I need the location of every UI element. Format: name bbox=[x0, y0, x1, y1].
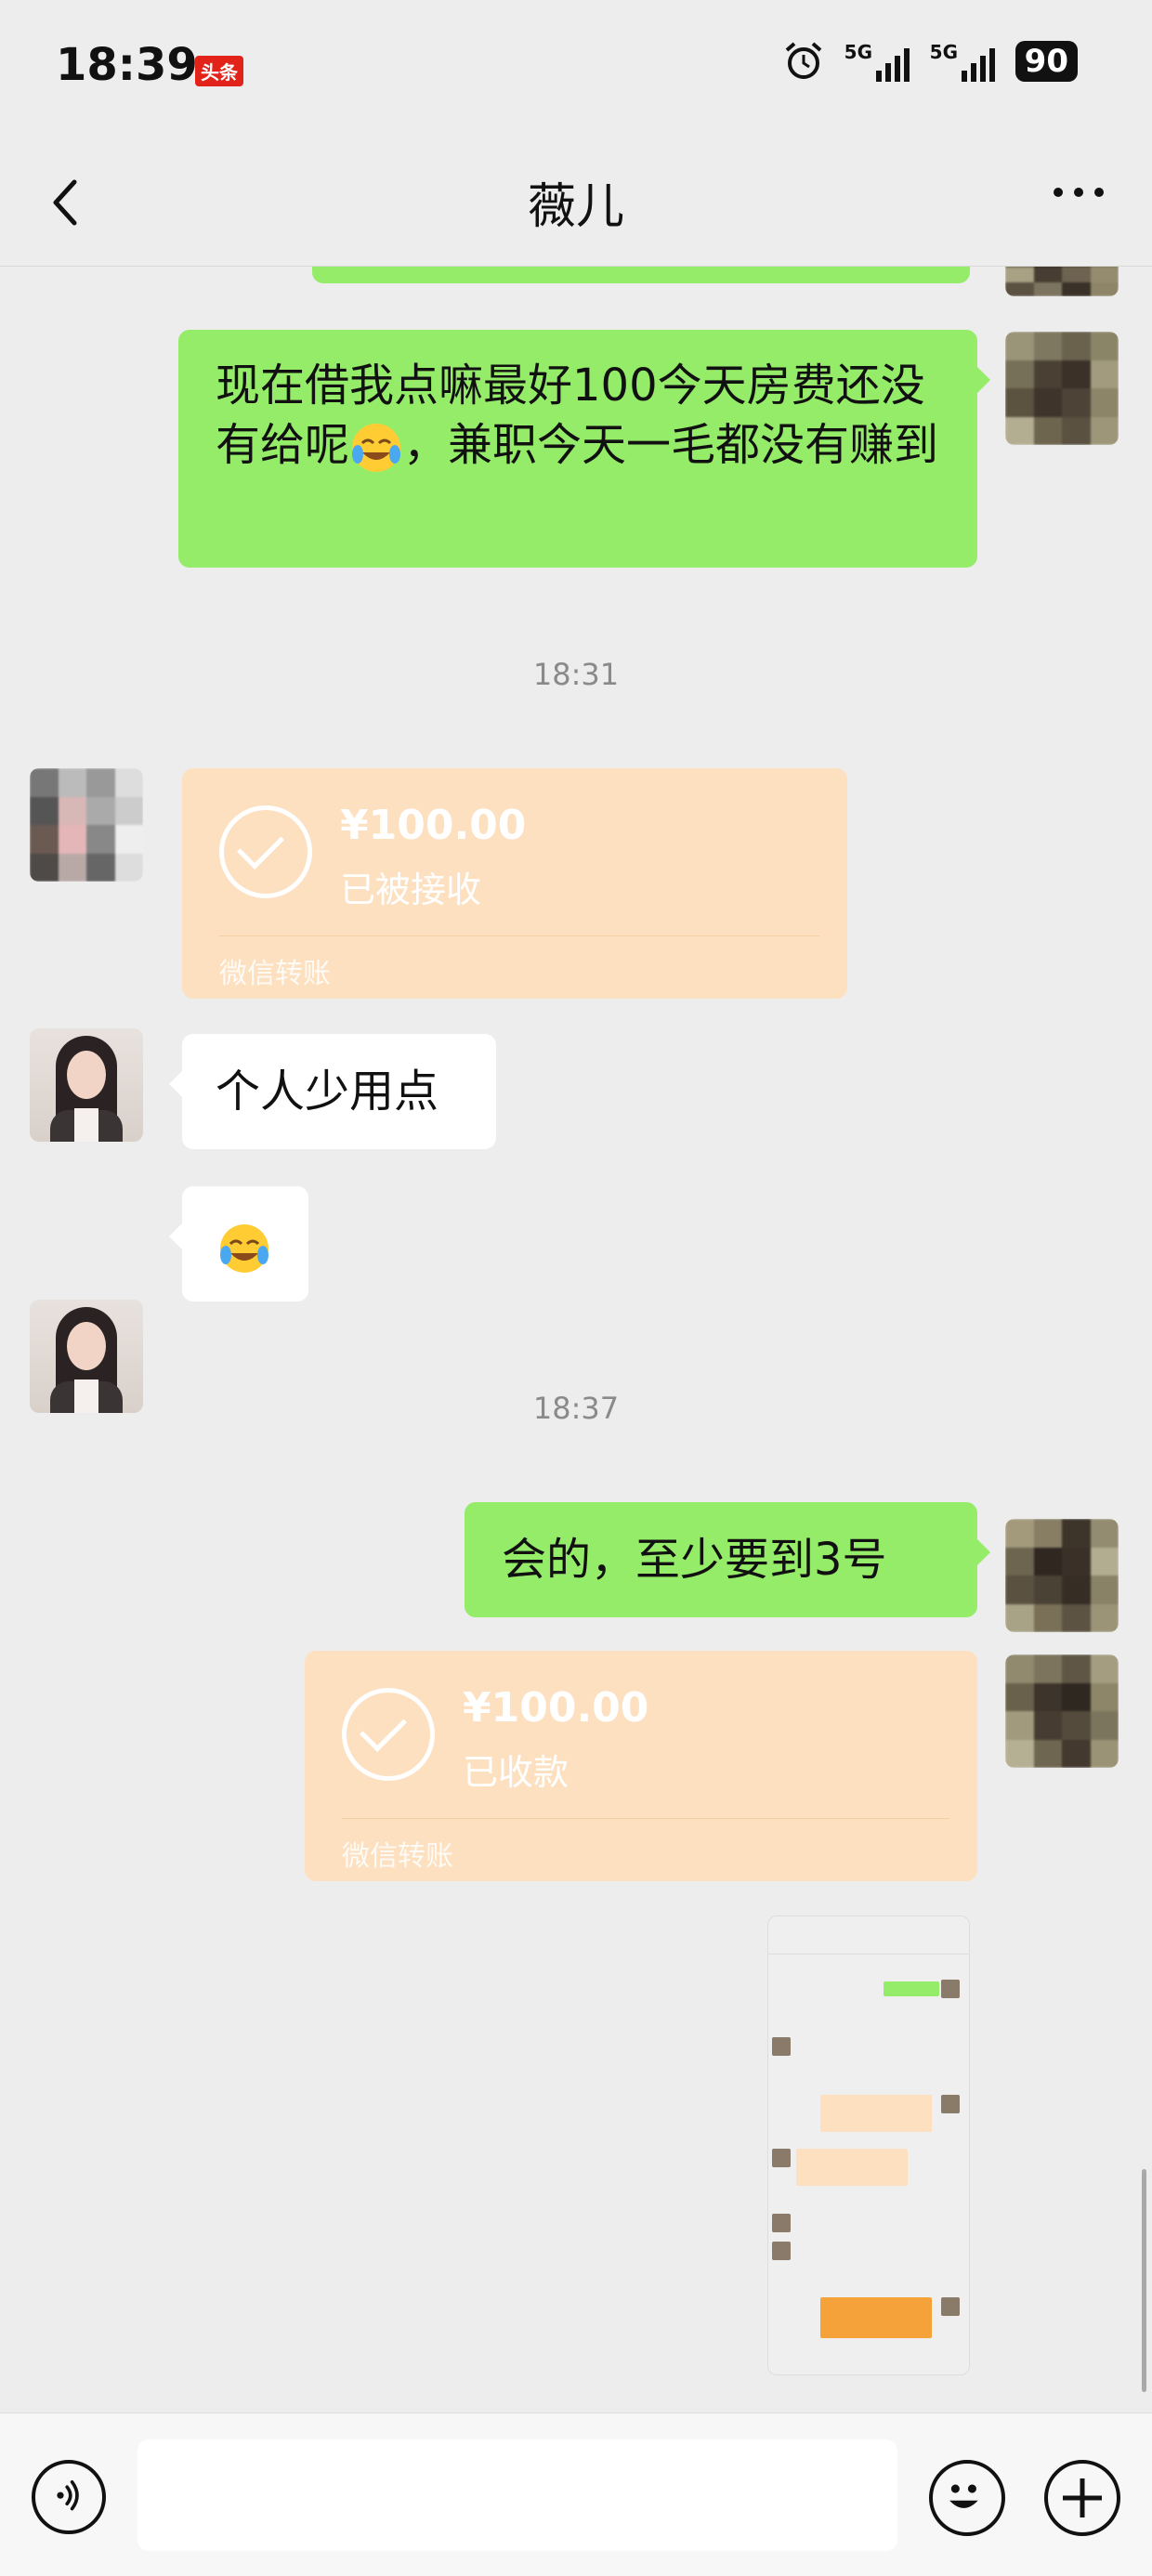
transfer-amount: ¥100.00 bbox=[463, 1684, 649, 1732]
signal-icon-1: 5G bbox=[844, 41, 910, 82]
avatar-contact[interactable] bbox=[30, 1028, 143, 1142]
more-options-icon[interactable] bbox=[1054, 188, 1104, 197]
status-icons: 5G 5G 90 bbox=[783, 41, 1078, 82]
timestamp: 18:31 bbox=[532, 657, 620, 692]
status-bar: 18:39 头条 5G 5G 90 bbox=[0, 0, 1152, 139]
laugh-cry-emoji-icon bbox=[220, 1224, 268, 1273]
alarm-icon bbox=[785, 42, 821, 79]
chat-header: 薇儿 bbox=[0, 139, 1152, 267]
scrollbar[interactable] bbox=[1142, 2169, 1146, 2392]
emoji-picker-icon[interactable] bbox=[929, 2460, 1005, 2536]
transfer-status: 已被接收 bbox=[340, 870, 482, 910]
sent-message[interactable]: 会的，至少要到3号 bbox=[465, 1502, 990, 1617]
timestamp: 18:37 bbox=[532, 1391, 620, 1426]
avatar-contact[interactable] bbox=[30, 768, 143, 882]
divider bbox=[342, 1818, 949, 1819]
status-time: 18:39 bbox=[56, 39, 198, 91]
transfer-card-received[interactable]: ¥100.00 已被接收 微信转账 bbox=[182, 768, 847, 999]
message-input[interactable] bbox=[137, 2439, 897, 2551]
avatar-self[interactable] bbox=[1005, 267, 1119, 296]
toutiao-badge: 头条 bbox=[195, 56, 243, 86]
signal-icon-2: 5G bbox=[930, 41, 995, 82]
laugh-cry-emoji-icon bbox=[352, 424, 401, 472]
battery-indicator: 90 bbox=[1015, 41, 1078, 82]
more-functions-icon[interactable] bbox=[1044, 2460, 1120, 2536]
avatar-self[interactable] bbox=[1005, 332, 1119, 445]
divider bbox=[219, 935, 819, 936]
chat-history[interactable]: 现在借我点嘛最好100今天房费还没有给呢 ，兼职今天一毛都没有赚到 18:31 ¥… bbox=[0, 267, 1152, 2413]
sent-bubble-partial bbox=[312, 267, 970, 283]
chat-title: 薇儿 bbox=[527, 179, 624, 235]
transfer-status: 已收款 bbox=[463, 1752, 569, 1793]
check-icon bbox=[219, 805, 312, 898]
sent-message[interactable]: 现在借我点嘛最好100今天房费还没有给呢 ，兼职今天一毛都没有赚到 bbox=[178, 330, 990, 568]
input-bar bbox=[0, 2413, 1152, 2576]
transfer-label: 微信转账 bbox=[342, 1840, 453, 1873]
voice-input-icon[interactable] bbox=[32, 2460, 106, 2534]
image-message[interactable] bbox=[767, 1916, 970, 2375]
avatar-self[interactable] bbox=[1005, 1654, 1119, 1768]
avatar-self[interactable] bbox=[1005, 1519, 1119, 1632]
transfer-label: 微信转账 bbox=[219, 958, 331, 990]
transfer-amount: ¥100.00 bbox=[340, 802, 527, 849]
check-icon bbox=[342, 1688, 435, 1781]
received-message[interactable]: 个人少用点 bbox=[169, 1034, 496, 1149]
transfer-card-sent[interactable]: ¥100.00 已收款 微信转账 bbox=[305, 1651, 977, 1881]
received-emoji-message[interactable] bbox=[169, 1186, 308, 1301]
